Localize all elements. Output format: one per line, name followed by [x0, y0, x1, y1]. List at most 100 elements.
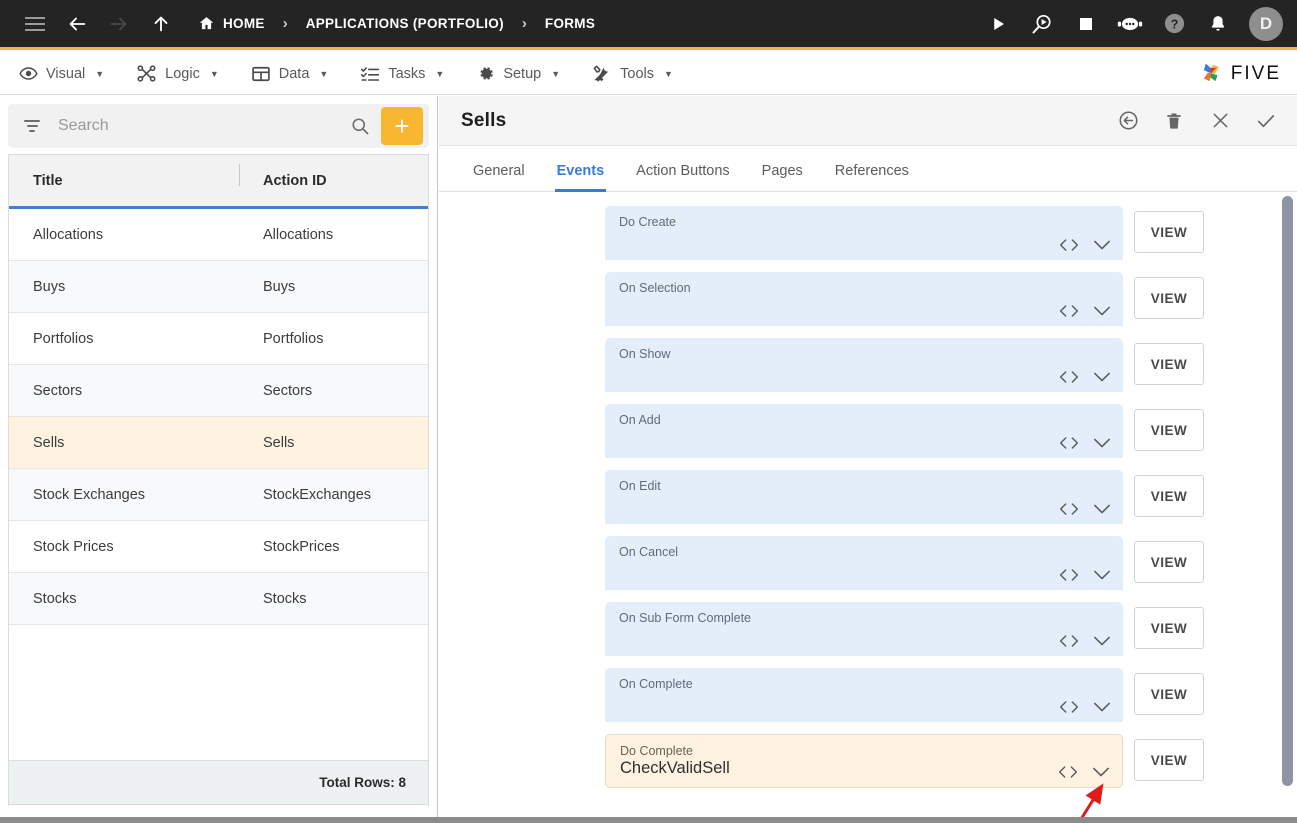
chevron-down-icon: ▼	[551, 68, 561, 79]
search-icon[interactable]	[343, 109, 377, 143]
chevron-down-icon[interactable]	[1093, 305, 1111, 317]
menu-logic[interactable]: Logic ▼	[123, 53, 232, 94]
view-button[interactable]: VIEW	[1134, 475, 1204, 517]
window-bottom-edge-left	[0, 817, 439, 823]
tab-events[interactable]: Events	[541, 163, 621, 192]
menu-data[interactable]: Data ▼	[238, 53, 342, 94]
chatbot-icon[interactable]	[1111, 4, 1149, 44]
menu-visual[interactable]: Visual ▼	[6, 53, 117, 94]
event-field-on-sub-form-complete[interactable]: On Sub Form Complete	[605, 602, 1123, 656]
notifications-bell-icon[interactable]	[1199, 4, 1237, 44]
code-brackets-icon[interactable]	[1059, 238, 1079, 252]
code-brackets-icon[interactable]	[1059, 700, 1079, 714]
code-brackets-icon[interactable]	[1059, 436, 1079, 450]
stop-icon[interactable]	[1067, 4, 1105, 44]
view-button[interactable]: VIEW	[1134, 673, 1204, 715]
table-row[interactable]: Stock Exchanges StockExchanges	[9, 469, 428, 521]
code-brackets-icon[interactable]	[1058, 765, 1078, 779]
view-button[interactable]: VIEW	[1134, 277, 1204, 319]
view-button[interactable]: VIEW	[1134, 607, 1204, 649]
chevron-down-icon[interactable]	[1093, 239, 1111, 251]
event-row: On Add VIEW	[439, 404, 1297, 458]
checklist-icon	[361, 66, 380, 81]
view-button[interactable]: VIEW	[1134, 211, 1204, 253]
event-label: On Cancel	[619, 545, 679, 559]
event-field-do-create[interactable]: Do Create	[605, 206, 1123, 260]
breadcrumb-item-forms[interactable]: FORMS	[543, 16, 597, 31]
chevron-down-icon[interactable]	[1093, 701, 1111, 713]
event-field-on-show[interactable]: On Show	[605, 338, 1123, 392]
event-row: On Show VIEW	[439, 338, 1297, 392]
help-icon[interactable]: ?	[1155, 4, 1193, 44]
menu-tasks[interactable]: Tasks ▼	[347, 53, 457, 94]
code-brackets-icon[interactable]	[1059, 304, 1079, 318]
code-brackets-icon[interactable]	[1059, 370, 1079, 384]
view-button[interactable]: VIEW	[1134, 409, 1204, 451]
table-grid-icon	[252, 66, 270, 81]
scrollbar-thumb[interactable]	[1282, 196, 1293, 786]
code-brackets-icon[interactable]	[1059, 634, 1079, 648]
event-field-on-selection[interactable]: On Selection	[605, 272, 1123, 326]
chevron-down-icon[interactable]	[1093, 635, 1111, 647]
menu-label: Data	[278, 65, 310, 82]
breadcrumb-label: HOME	[223, 16, 265, 31]
tab-references[interactable]: References	[819, 163, 925, 191]
hamburger-menu-icon[interactable]	[14, 4, 56, 44]
code-brackets-icon[interactable]	[1059, 502, 1079, 516]
table-row[interactable]: Portfolios Portfolios	[9, 313, 428, 365]
cell-title: Stocks	[33, 590, 77, 607]
filter-icon[interactable]	[22, 120, 42, 132]
view-button[interactable]: VIEW	[1134, 541, 1204, 583]
code-brackets-icon[interactable]	[1059, 568, 1079, 582]
column-header-title[interactable]: Title	[9, 173, 239, 189]
view-button[interactable]: VIEW	[1134, 343, 1204, 385]
table-row[interactable]: Buys Buys	[9, 261, 428, 313]
table-row-selected[interactable]: Sells Sells	[9, 417, 428, 469]
save-icon[interactable]	[1253, 108, 1279, 134]
cell-action-id: Stocks	[263, 590, 307, 607]
view-button[interactable]: VIEW	[1134, 739, 1204, 781]
tab-pages[interactable]: Pages	[746, 163, 819, 191]
table-row[interactable]: Sectors Sectors	[9, 365, 428, 417]
back-arrow-icon[interactable]	[56, 4, 98, 44]
run-icon[interactable]	[979, 4, 1017, 44]
event-field-icons	[1059, 700, 1111, 714]
revert-icon[interactable]	[1115, 108, 1141, 134]
menu-tools[interactable]: Tools ▼	[579, 53, 686, 94]
avatar[interactable]: D	[1249, 6, 1283, 41]
chevron-down-icon[interactable]	[1093, 371, 1111, 383]
tab-general[interactable]: General	[457, 163, 541, 191]
event-field-on-edit[interactable]: On Edit	[605, 470, 1123, 524]
do-complete-chevron-down-icon[interactable]	[1092, 766, 1110, 778]
event-row: On Complete VIEW	[439, 668, 1297, 722]
chevron-down-icon[interactable]	[1093, 503, 1111, 515]
chevron-down-icon[interactable]	[1093, 437, 1111, 449]
up-arrow-icon[interactable]	[140, 4, 182, 44]
event-field-on-add[interactable]: On Add	[605, 404, 1123, 458]
detail-tabs: General Events Action Buttons Pages Refe…	[439, 146, 1297, 192]
column-header-action-id[interactable]: Action ID	[239, 163, 428, 189]
event-field-on-complete[interactable]: On Complete	[605, 668, 1123, 722]
breadcrumb-item-applications[interactable]: APPLICATIONS (PORTFOLIO)	[304, 16, 506, 31]
table-row[interactable]: Allocations Allocations	[9, 209, 428, 261]
event-field-do-complete[interactable]: Do Complete CheckValidSell	[605, 734, 1123, 788]
cell-title: Stock Prices	[33, 538, 114, 555]
chevron-down-icon: ▼	[209, 68, 219, 79]
chevron-down-icon[interactable]	[1093, 569, 1111, 581]
close-icon[interactable]	[1207, 108, 1233, 134]
detail-header: Sells	[439, 96, 1297, 146]
breadcrumb-item-home[interactable]: HOME	[196, 15, 267, 32]
add-form-button[interactable]: +	[381, 107, 423, 145]
forward-arrow-icon[interactable]	[98, 4, 140, 44]
breadcrumb-label: APPLICATIONS (PORTFOLIO)	[305, 16, 504, 31]
table-row[interactable]: Stocks Stocks	[9, 573, 428, 625]
search-input[interactable]	[42, 116, 343, 136]
events-vertical-scrollbar[interactable]	[1282, 196, 1293, 806]
delete-icon[interactable]	[1161, 108, 1187, 134]
debug-run-icon[interactable]	[1023, 4, 1061, 44]
menu-setup[interactable]: Setup ▼	[463, 53, 573, 94]
table-row[interactable]: Stock Prices StockPrices	[9, 521, 428, 573]
event-field-on-cancel[interactable]: On Cancel	[605, 536, 1123, 590]
event-row: On Cancel VIEW	[439, 536, 1297, 590]
tab-action-buttons[interactable]: Action Buttons	[620, 163, 746, 191]
